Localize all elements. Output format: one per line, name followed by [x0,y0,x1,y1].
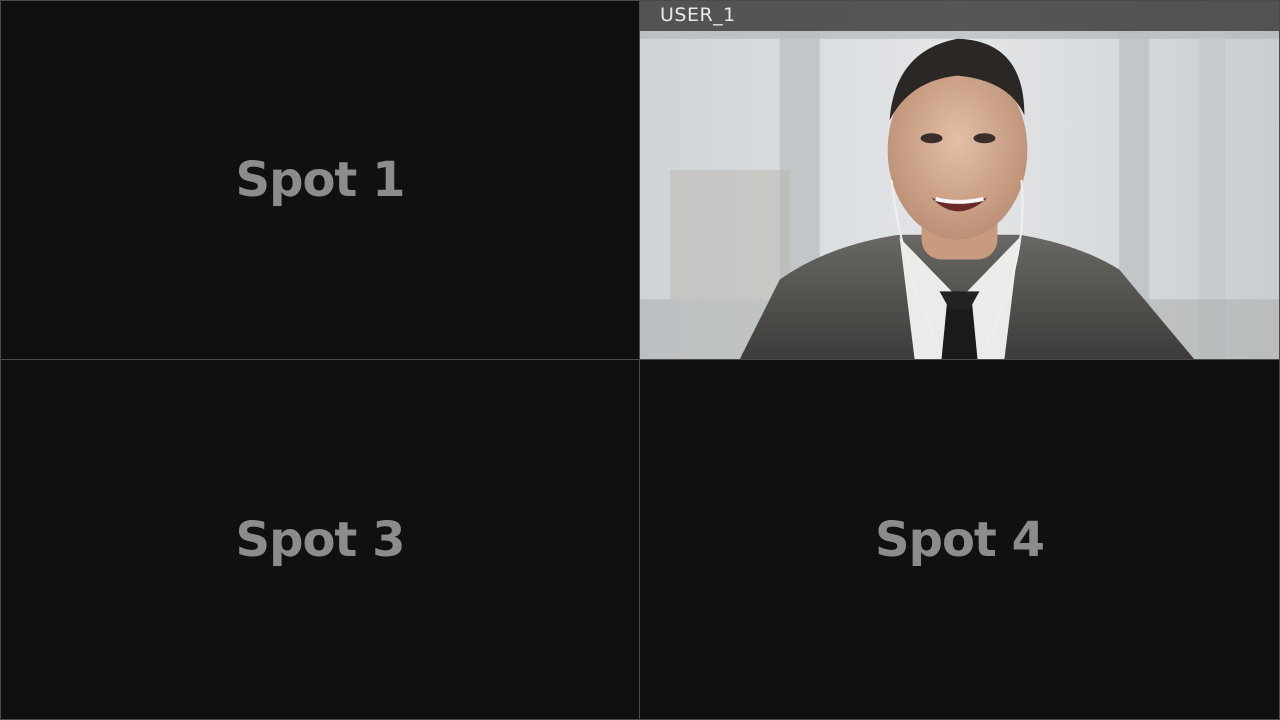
participant-video [640,1,1279,359]
participant-video-tile[interactable]: USER_1 [640,0,1280,360]
spot-label: Spot 4 [875,511,1045,568]
participant-name: USER_1 [660,4,736,26]
empty-spot-1[interactable]: Spot 1 [0,0,640,360]
video-grid: Spot 1 USER_1 Spot 3 Spot 4 [0,0,1280,720]
spot-label: Spot 1 [235,152,406,208]
spot-label: Spot 3 [235,511,406,568]
empty-spot-3[interactable]: Spot 3 [0,360,640,720]
empty-spot-4[interactable]: Spot 4 [640,360,1280,720]
participant-name-bar: USER_1 [640,1,1279,31]
